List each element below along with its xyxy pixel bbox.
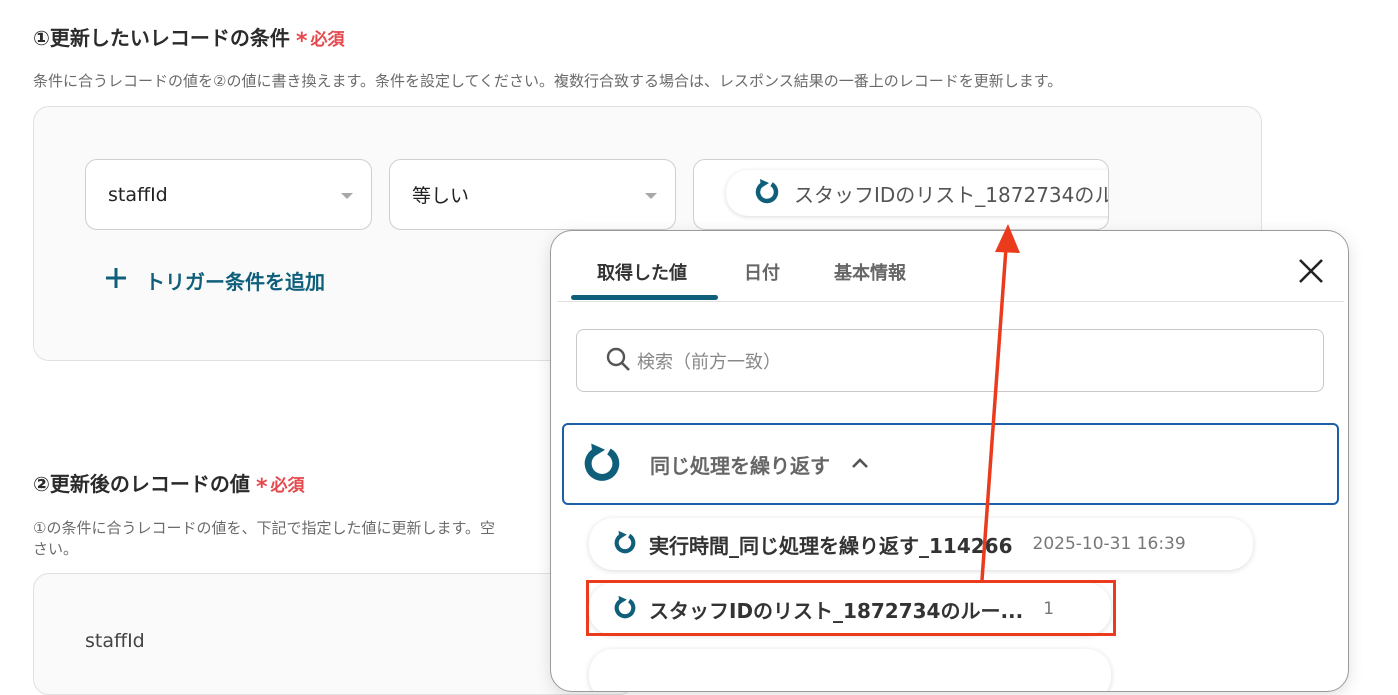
annotation-arrow: [980, 224, 1020, 581]
list-item[interactable]: [589, 649, 1111, 691]
